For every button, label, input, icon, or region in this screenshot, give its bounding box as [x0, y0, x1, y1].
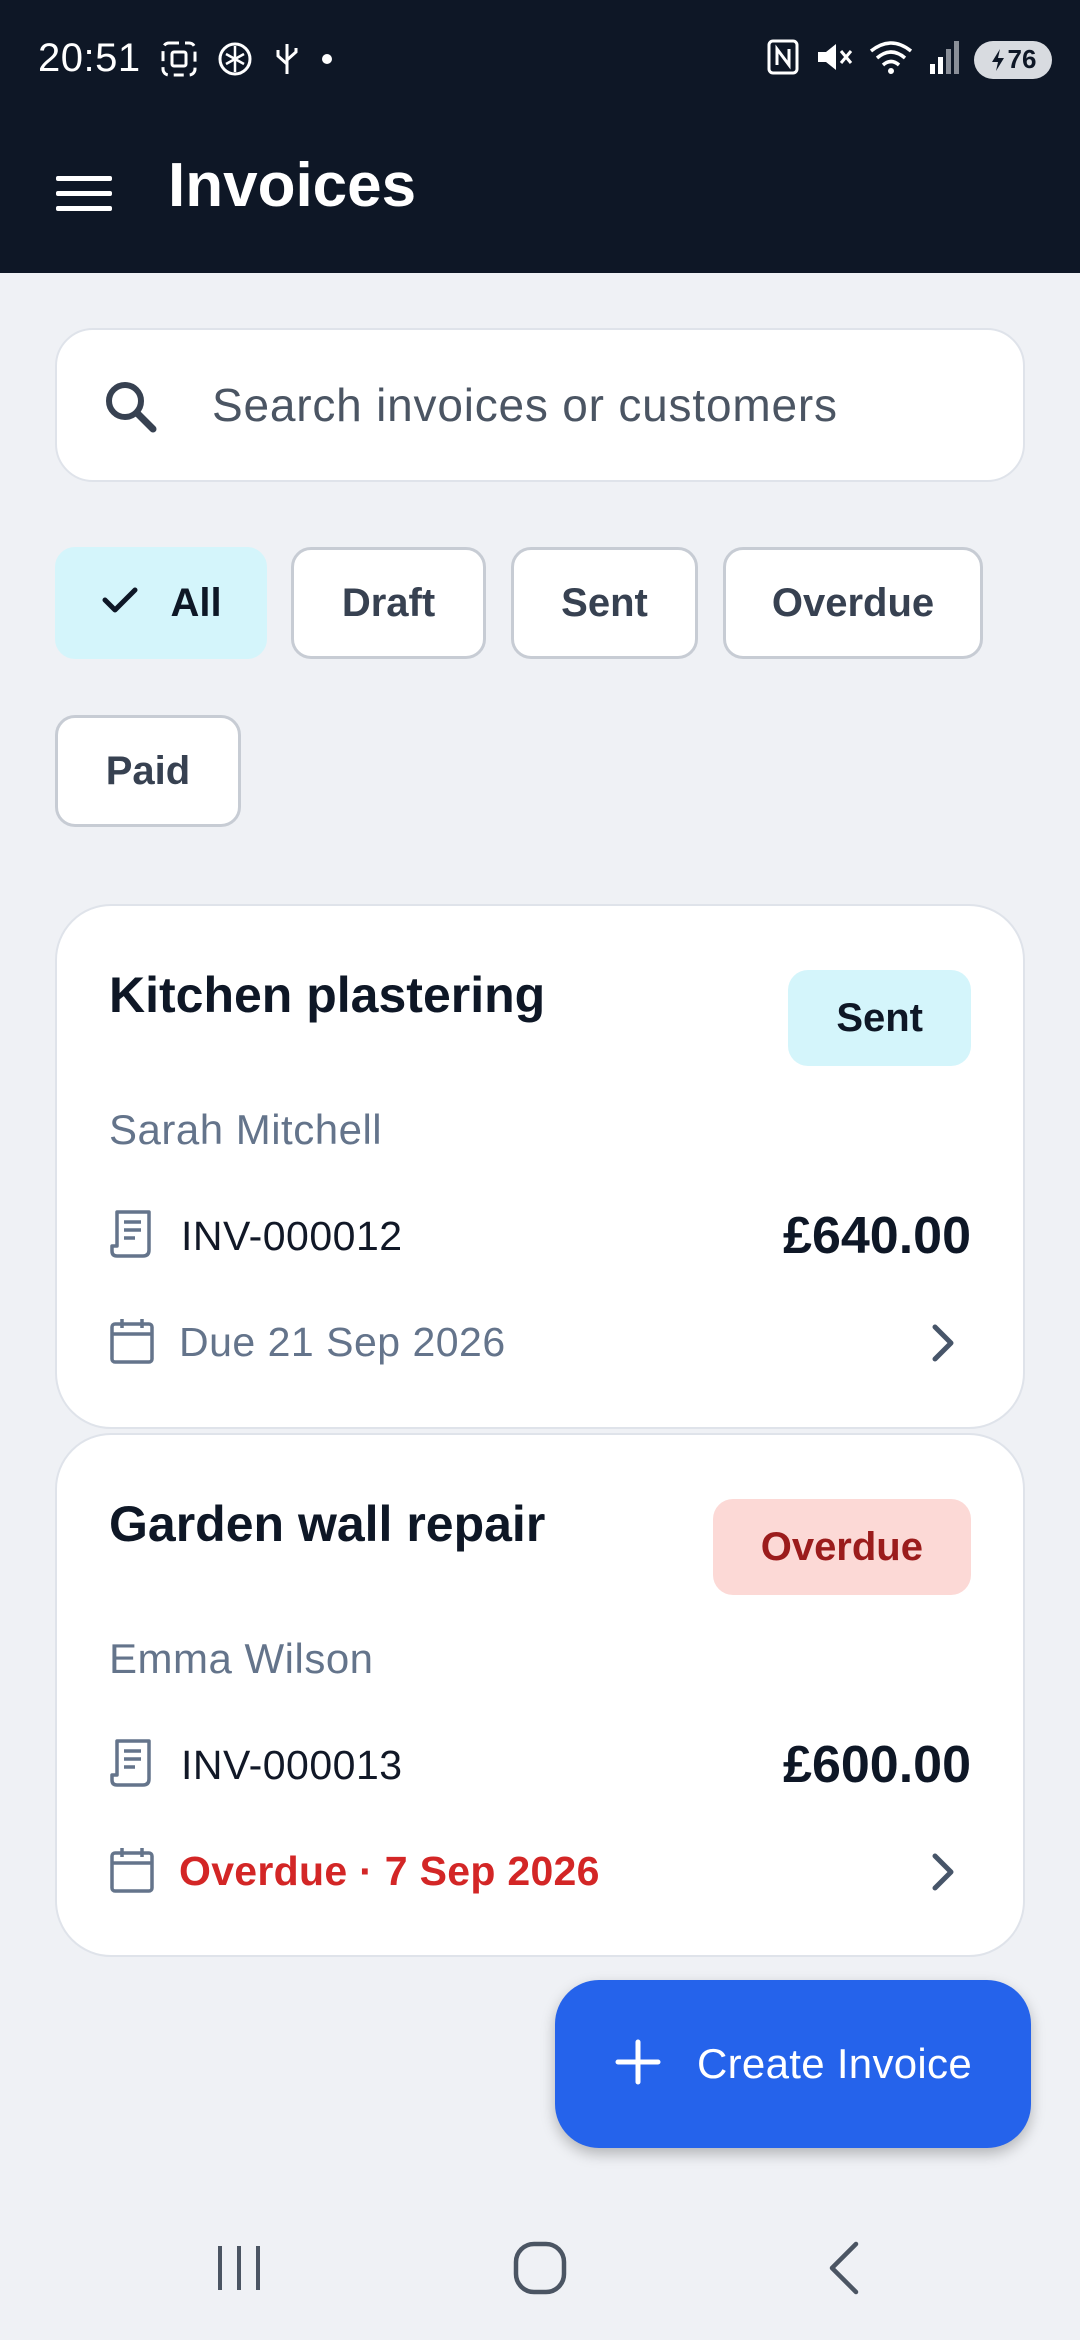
- status-badge: Overdue: [712, 1499, 971, 1595]
- chevron-right-icon: [929, 1851, 957, 1898]
- search-input[interactable]: Search invoices or customers: [55, 328, 1025, 482]
- filter-chip-label: Overdue: [771, 580, 935, 625]
- recents-icon[interactable]: [214, 2240, 264, 2301]
- screenshot-icon: [160, 40, 198, 83]
- back-icon[interactable]: [826, 2240, 862, 2301]
- calendar-icon: [109, 1316, 155, 1371]
- due-date: Due 21 Sep 2026: [179, 1319, 506, 1365]
- invoice-card[interactable]: Garden wall repair Overdue Emma Wilson I…: [55, 1433, 1025, 1957]
- invoice-title: Kitchen plastering: [109, 967, 546, 1023]
- battery-level: 76: [1007, 44, 1037, 74]
- calendar-icon: [109, 1845, 155, 1900]
- status-left-icons: [160, 40, 334, 83]
- invoice-amount: £600.00: [783, 1736, 971, 1794]
- nfc-icon: [766, 38, 800, 81]
- menu-icon[interactable]: [56, 170, 112, 218]
- filter-chip-label: Draft: [341, 580, 436, 625]
- home-icon[interactable]: [512, 2240, 568, 2301]
- status-right-icons: 76: [766, 38, 1052, 81]
- filter-chip-label: All: [170, 580, 222, 625]
- plus-icon: [615, 2039, 661, 2090]
- filter-chip-overdue[interactable]: Overdue: [723, 547, 983, 659]
- status-time: 20:51: [38, 36, 141, 80]
- invoice-number: INV-000013: [181, 1742, 403, 1788]
- status-badge: Sent: [788, 970, 971, 1066]
- search-icon: [99, 375, 163, 444]
- filter-chip-label: Sent: [561, 580, 648, 625]
- filter-chip-all[interactable]: All: [55, 547, 267, 659]
- mute-icon: [814, 38, 854, 81]
- invoice-amount: £640.00: [783, 1207, 971, 1265]
- app-bar: Invoices: [0, 120, 1080, 273]
- chevron-right-icon: [929, 1322, 957, 1369]
- invoice-card[interactable]: Kitchen plastering Sent Sarah Mitchell I…: [55, 904, 1025, 1429]
- invoice-title: Garden wall repair: [109, 1496, 546, 1552]
- battery-icon: 76: [974, 40, 1052, 79]
- filter-chip-draft[interactable]: Draft: [291, 547, 486, 659]
- openai-icon: [216, 40, 254, 83]
- signal-icon: [928, 38, 960, 81]
- customer-name: Sarah Mitchell: [109, 1106, 383, 1153]
- wifi-icon: [868, 38, 914, 81]
- filter-chip-paid[interactable]: Paid: [55, 715, 241, 827]
- due-date: Overdue · 7 Sep 2026: [179, 1848, 600, 1894]
- system-nav-bar: [0, 2196, 1080, 2340]
- receipt-icon: [109, 1737, 153, 1794]
- receipt-icon: [109, 1208, 153, 1265]
- filter-chip-sent[interactable]: Sent: [511, 547, 698, 659]
- customer-name: Emma Wilson: [109, 1635, 374, 1682]
- dot-icon: [320, 52, 334, 71]
- create-invoice-button[interactable]: Create Invoice: [555, 1980, 1031, 2148]
- page-title: Invoices: [168, 151, 417, 220]
- search-placeholder: Search invoices or customers: [212, 379, 838, 431]
- status-bar: 20:51 76: [0, 0, 1080, 120]
- filter-chip-label: Paid: [105, 748, 191, 793]
- invoice-number: INV-000012: [181, 1213, 403, 1259]
- create-invoice-label: Create Invoice: [697, 2040, 973, 2087]
- check-icon: [100, 581, 140, 626]
- usb-icon: [272, 40, 302, 83]
